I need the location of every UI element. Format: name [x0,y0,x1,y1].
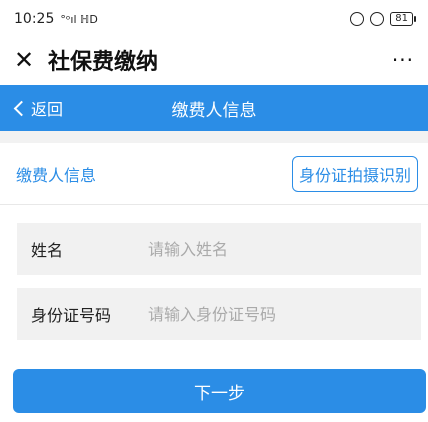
signal-indicator: °ᵒıl ℍD [60,12,98,26]
status-bar: 10:25 °ᵒıl ℍD 81 [0,0,428,38]
name-field-row: 姓名 [17,223,421,275]
close-icon[interactable]: ✕ [12,48,36,72]
id-number-input[interactable] [148,304,398,324]
chevron-left-icon [13,100,30,116]
status-right: 81 [350,12,416,26]
section-header: 缴费人信息 身份证拍摄识别 [0,143,428,205]
section-title: 缴费人信息 [16,165,97,185]
id-number-field-row: 身份证号码 [17,288,421,340]
back-button[interactable]: 返回 [10,85,63,131]
back-label: 返回 [31,100,64,119]
top-bar-left: ✕ 社保费缴纳 [12,44,158,76]
alarm-icon [370,12,385,26]
name-input[interactable] [148,239,398,259]
battery-indicator: 81 [390,12,416,26]
id-card-scan-button[interactable]: 身份证拍摄识别 [291,155,418,192]
nav-bar: 返回 缴费人信息 [0,85,428,131]
id-number-label: 身份证号码 [31,306,112,325]
battery-level: 81 [390,12,413,26]
page-title: 缴费人信息 [171,100,257,121]
status-left: 10:25 °ᵒıl ℍD [14,11,98,27]
app-top-bar: ✕ 社保费缴纳 ··· [0,38,428,82]
name-label: 姓名 [31,241,64,260]
more-menu-icon[interactable]: ··· [392,48,414,72]
section-divider [0,131,428,143]
status-time: 10:25 [14,11,55,27]
app-title: 社保费缴纳 [48,50,159,75]
next-step-button[interactable]: 下一步 [13,369,426,413]
location-icon [350,12,365,26]
battery-cap [414,16,416,22]
